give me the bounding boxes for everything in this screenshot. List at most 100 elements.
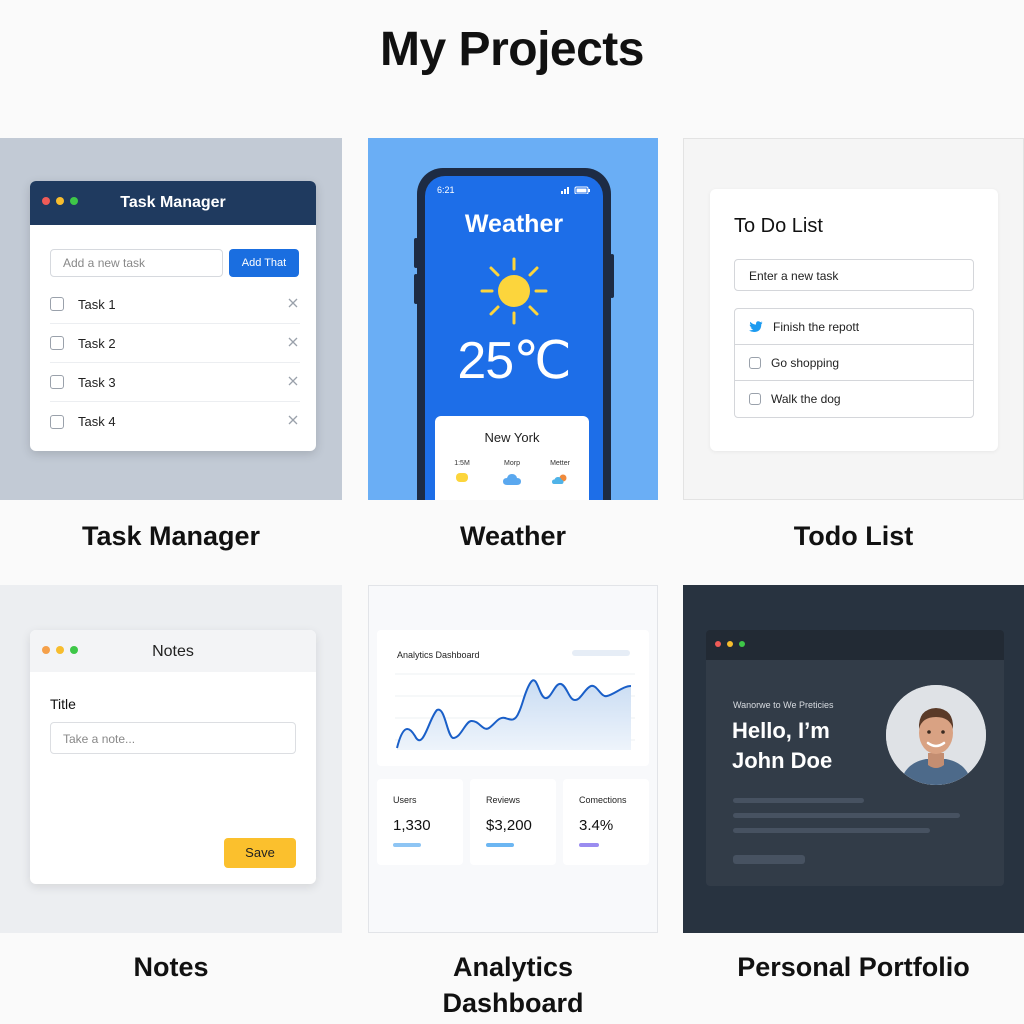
stat-label: Reviews [486, 795, 521, 805]
todo-title: To Do List [734, 215, 823, 237]
new-todo-input[interactable]: Enter a new task [734, 259, 974, 291]
task-checkbox[interactable] [50, 375, 64, 389]
todo-text: Go shopping [771, 355, 840, 370]
project-caption-todo-list[interactable]: Todo List [683, 518, 1024, 554]
save-button[interactable]: Save [224, 838, 296, 868]
stat-value: 1,330 [393, 817, 431, 834]
task-checkbox[interactable] [50, 336, 64, 350]
task-checkbox[interactable] [50, 414, 64, 429]
stat-bar [486, 843, 514, 847]
project-card-task-manager[interactable]: Task Manager Add a new task Add That Tas… [0, 138, 342, 500]
todo-item[interactable]: Walk the dog [735, 381, 973, 417]
forecast-label: Morp [504, 460, 520, 467]
stat-bar [393, 843, 421, 847]
city-name: New York [484, 430, 540, 445]
project-card-analytics[interactable]: Analytics Dashboard Users 1,330 Reviews … [368, 585, 658, 933]
checkbox-icon[interactable] [749, 393, 761, 405]
task-checkbox[interactable] [50, 297, 64, 311]
project-card-todo-list[interactable]: To Do List Enter a new task Finish the r… [683, 138, 1024, 500]
notes-titlebar: Notes [30, 630, 316, 672]
add-task-button[interactable]: Add That [229, 249, 299, 277]
task-manager-window: Task Manager Add a new task Add That Tas… [30, 181, 316, 451]
sun-icon [456, 473, 468, 482]
forecast-item: 1:5M [442, 460, 482, 482]
task-label: Task 2 [78, 335, 116, 351]
forecast-label: Metter [550, 460, 570, 467]
note-title-label: Title [50, 696, 76, 712]
stat-card-reviews: Reviews $3,200 [470, 779, 556, 865]
analytics-title: Analytics Dashboard [397, 650, 480, 660]
bird-icon [749, 320, 763, 332]
delete-x-icon[interactable] [286, 296, 300, 310]
line-chart [395, 673, 635, 750]
weather-title: Weather [464, 210, 564, 238]
stat-card-connections: Comections 3.4% [563, 779, 649, 865]
task-manager-titlebar: Task Manager [30, 181, 316, 225]
stat-label: Comections [579, 795, 627, 805]
stat-label: Users [393, 795, 417, 805]
todo-list: Finish the repott Go shopping Walk the d… [734, 308, 974, 418]
delete-x-icon[interactable] [286, 335, 300, 349]
project-caption-weather[interactable]: Weather [368, 518, 658, 554]
phone-side-button [610, 254, 614, 298]
task-label: Task 4 [78, 414, 116, 429]
signal-battery-icon [561, 186, 590, 194]
forecast-label: 1:5M [454, 460, 470, 467]
cloud-icon [503, 474, 521, 485]
notes-title: Notes [152, 643, 194, 660]
task-list: Task 1 Task 2 Task 3 Task 4 [50, 285, 300, 441]
phone-side-button [414, 238, 418, 268]
delete-x-icon[interactable] [286, 413, 300, 427]
task-row: Task 4 [50, 402, 300, 441]
project-caption-analytics[interactable]: Analytics Dashboard [368, 949, 658, 1021]
notes-window: Notes Title Take a note... Save [30, 630, 316, 884]
minimize-dot-icon [727, 641, 733, 647]
todo-text: Walk the dog [771, 392, 841, 406]
phone-frame: 6:21 Weather 25℃ New York 1:5M Morp Mett… [414, 168, 614, 500]
project-card-notes[interactable]: Notes Title Take a note... Save [0, 585, 342, 933]
text-placeholder-line [733, 813, 960, 818]
partly-cloudy-icon [552, 474, 567, 484]
temperature: 25℃ [457, 332, 571, 390]
stat-value: $3,200 [486, 817, 532, 834]
greeting-line: John Doe [732, 748, 833, 773]
task-row: Task 2 [50, 324, 300, 363]
note-input[interactable]: Take a note... [50, 722, 296, 754]
phone-side-button [414, 274, 418, 304]
task-label: Task 3 [78, 374, 116, 390]
project-caption-task-manager[interactable]: Task Manager [0, 518, 342, 554]
close-dot-icon [715, 641, 721, 647]
project-card-portfolio[interactable]: Wanorwe to We Preticies Hello, I’m John … [683, 585, 1024, 933]
task-row: Task 1 [50, 285, 300, 324]
forecast-panel: New York 1:5M Morp Metter [435, 416, 589, 500]
page-title: My Projects [380, 23, 644, 76]
todo-card: To Do List Enter a new task Finish the r… [710, 189, 998, 451]
status-time: 6:21 [437, 185, 455, 195]
project-caption-notes[interactable]: Notes [0, 949, 342, 985]
todo-item[interactable]: Go shopping [735, 345, 973, 381]
checkbox-icon[interactable] [749, 356, 761, 369]
portfolio-titlebar [706, 630, 1004, 660]
project-card-weather[interactable]: 6:21 Weather 25℃ New York 1:5M Morp Mett… [368, 138, 658, 500]
portfolio-window: Wanorwe to We Preticies Hello, I’m John … [706, 630, 1004, 886]
avatar [886, 685, 986, 785]
delete-x-icon[interactable] [286, 374, 300, 388]
chart-area [397, 680, 631, 750]
sun-icon [480, 257, 548, 325]
project-caption-portfolio[interactable]: Personal Portfolio [683, 949, 1024, 985]
forecast-item: Morp [492, 460, 532, 486]
greeting-line: Hello, I’m [732, 718, 830, 743]
new-task-input[interactable]: Add a new task [50, 249, 223, 277]
window-controls [715, 641, 745, 647]
task-row: Task 3 [50, 363, 300, 402]
stat-bar [579, 843, 599, 847]
text-placeholder-line [733, 828, 930, 833]
todo-text: Finish the repott [773, 319, 860, 334]
task-manager-title: Task Manager [120, 194, 226, 211]
forecast-item: Metter [540, 460, 580, 485]
stat-card-users: Users 1,330 [377, 779, 463, 865]
todo-item[interactable]: Finish the repott [735, 309, 973, 345]
analytics-chart-panel: Analytics Dashboard [377, 630, 649, 766]
cta-placeholder-button[interactable] [733, 855, 805, 864]
caption-line: Dashboard [442, 988, 584, 1018]
